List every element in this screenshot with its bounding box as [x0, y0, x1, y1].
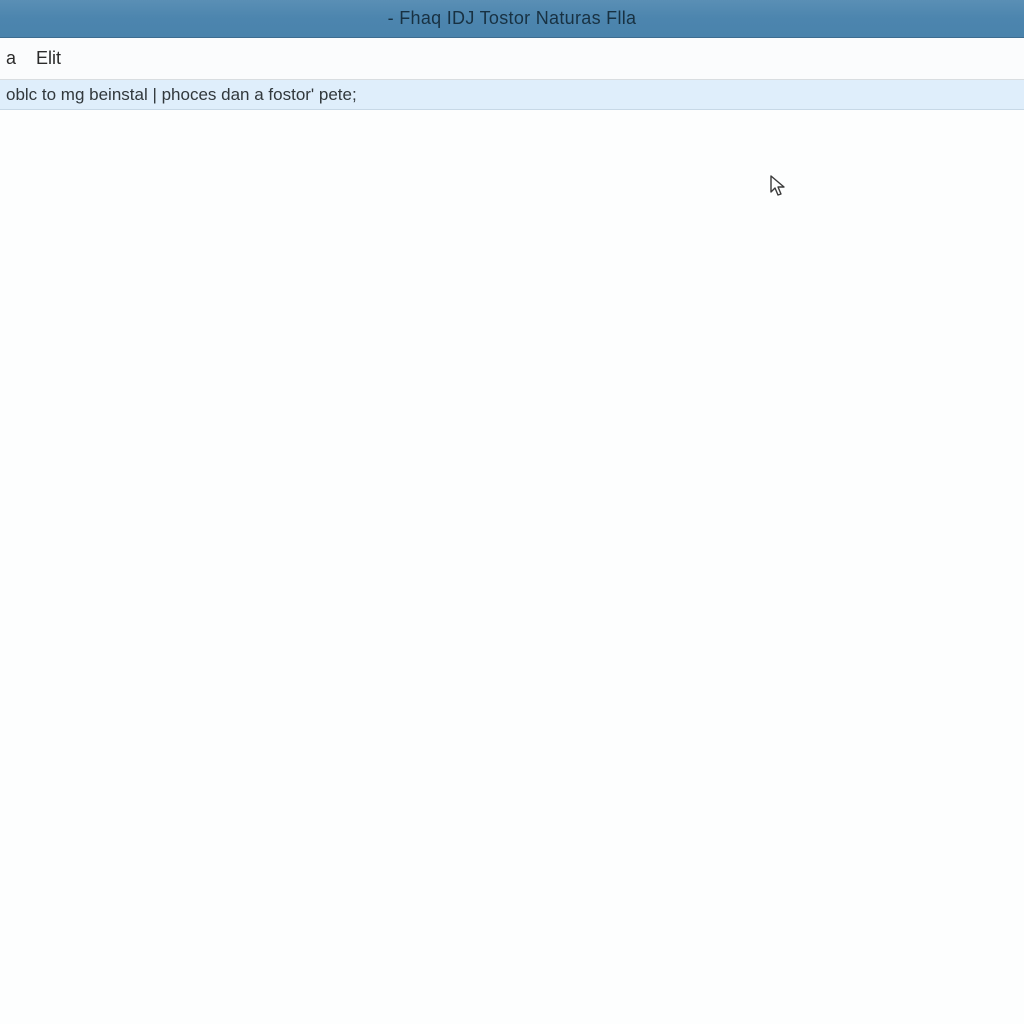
content-area[interactable]: [0, 110, 1024, 1024]
menu-item-1[interactable]: a: [0, 42, 24, 75]
window-titlebar[interactable]: - Fhaq IDJ Tostor Naturas Flla: [0, 0, 1024, 38]
mouse-cursor-icon: [770, 175, 788, 199]
menu-item-edit[interactable]: Elit: [24, 42, 73, 75]
toolbar: oblc to mg beinstal | phoces dan a fosto…: [0, 80, 1024, 110]
toolbar-text: oblc to mg beinstal | phoces dan a fosto…: [6, 85, 357, 105]
window-title: - Fhaq IDJ Tostor Naturas Flla: [388, 8, 637, 29]
menubar: a Elit: [0, 38, 1024, 80]
